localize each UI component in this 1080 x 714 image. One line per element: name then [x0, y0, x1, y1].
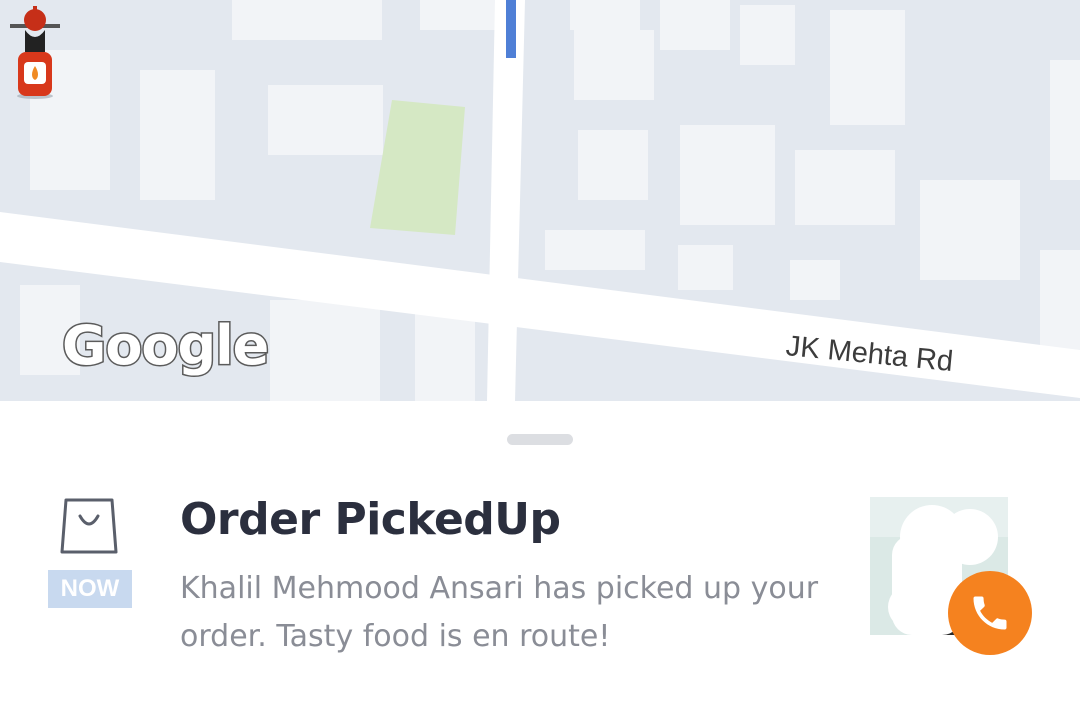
status-badge: NOW — [48, 570, 132, 608]
delivery-scooter-icon — [10, 6, 60, 99]
order-status-message: Khalil Mehmood Ansari has picked up your… — [180, 571, 819, 654]
phone-icon — [973, 596, 1007, 630]
order-status-title: Order PickedUp — [180, 494, 561, 545]
google-logo: Google — [60, 313, 270, 379]
shopping-bag-icon — [60, 498, 118, 554]
sheet-drag-handle[interactable] — [507, 434, 573, 445]
call-driver-button[interactable] — [948, 571, 1032, 655]
map-view[interactable]: Google JK Mehta Rd — [0, 0, 1080, 401]
